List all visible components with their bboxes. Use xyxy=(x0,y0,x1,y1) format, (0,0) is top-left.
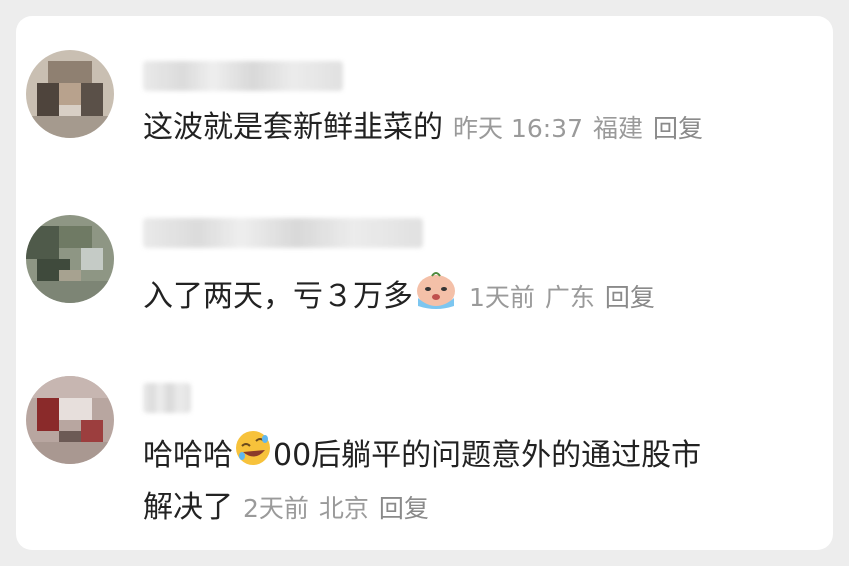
reply-button[interactable]: 回复 xyxy=(653,114,703,143)
avatar[interactable] xyxy=(26,215,114,303)
comment-location: 北京 xyxy=(318,494,369,523)
comment-text: 哈哈哈 00后躺平的问题意外的通过股市 xyxy=(143,431,701,482)
comment-content: 这波就是套新鲜韭菜的 xyxy=(143,110,443,145)
comment-time: 1天前 xyxy=(469,283,535,312)
comment-meta: 1天前 广东 回复 xyxy=(469,283,665,312)
comment-text: 这波就是套新鲜韭菜的 昨天 16:37 福建 回复 xyxy=(143,108,713,149)
comment-content-suffix: 00后躺平的问题意外的通过股市 xyxy=(273,438,702,473)
comment-content: 入了两天，亏３万多 xyxy=(143,279,413,314)
comment-text-line2: 解决了 2天前 北京 回复 xyxy=(143,488,439,529)
comment-content-line2: 解决了 xyxy=(143,490,233,525)
avatar[interactable] xyxy=(26,50,114,138)
crying-face-emoji xyxy=(413,268,459,321)
username-blurred[interactable] xyxy=(143,61,343,91)
comment-location: 广东 xyxy=(544,283,595,312)
comment-time: 昨天 16:37 xyxy=(453,114,583,143)
reply-button[interactable]: 回复 xyxy=(379,494,429,523)
comment-meta: 昨天 16:37 福建 回复 xyxy=(453,114,713,143)
comment-text: 入了两天，亏３万多 1天前 广东 回复 xyxy=(143,271,665,324)
avatar[interactable] xyxy=(26,376,114,464)
comment-time: 2天前 xyxy=(243,494,309,523)
rolling-on-floor-laughing-emoji xyxy=(233,428,273,479)
reply-button[interactable]: 回复 xyxy=(605,283,655,312)
comment-content-prefix: 哈哈哈 xyxy=(143,438,233,473)
comment-meta: 2天前 北京 回复 xyxy=(243,494,439,523)
username-blurred[interactable] xyxy=(143,218,423,248)
comment-location: 福建 xyxy=(593,114,644,143)
comment-card: 这波就是套新鲜韭菜的 昨天 16:37 福建 回复 入了两天，亏３万多 1天前 … xyxy=(16,16,833,550)
username-blurred[interactable] xyxy=(143,383,191,413)
